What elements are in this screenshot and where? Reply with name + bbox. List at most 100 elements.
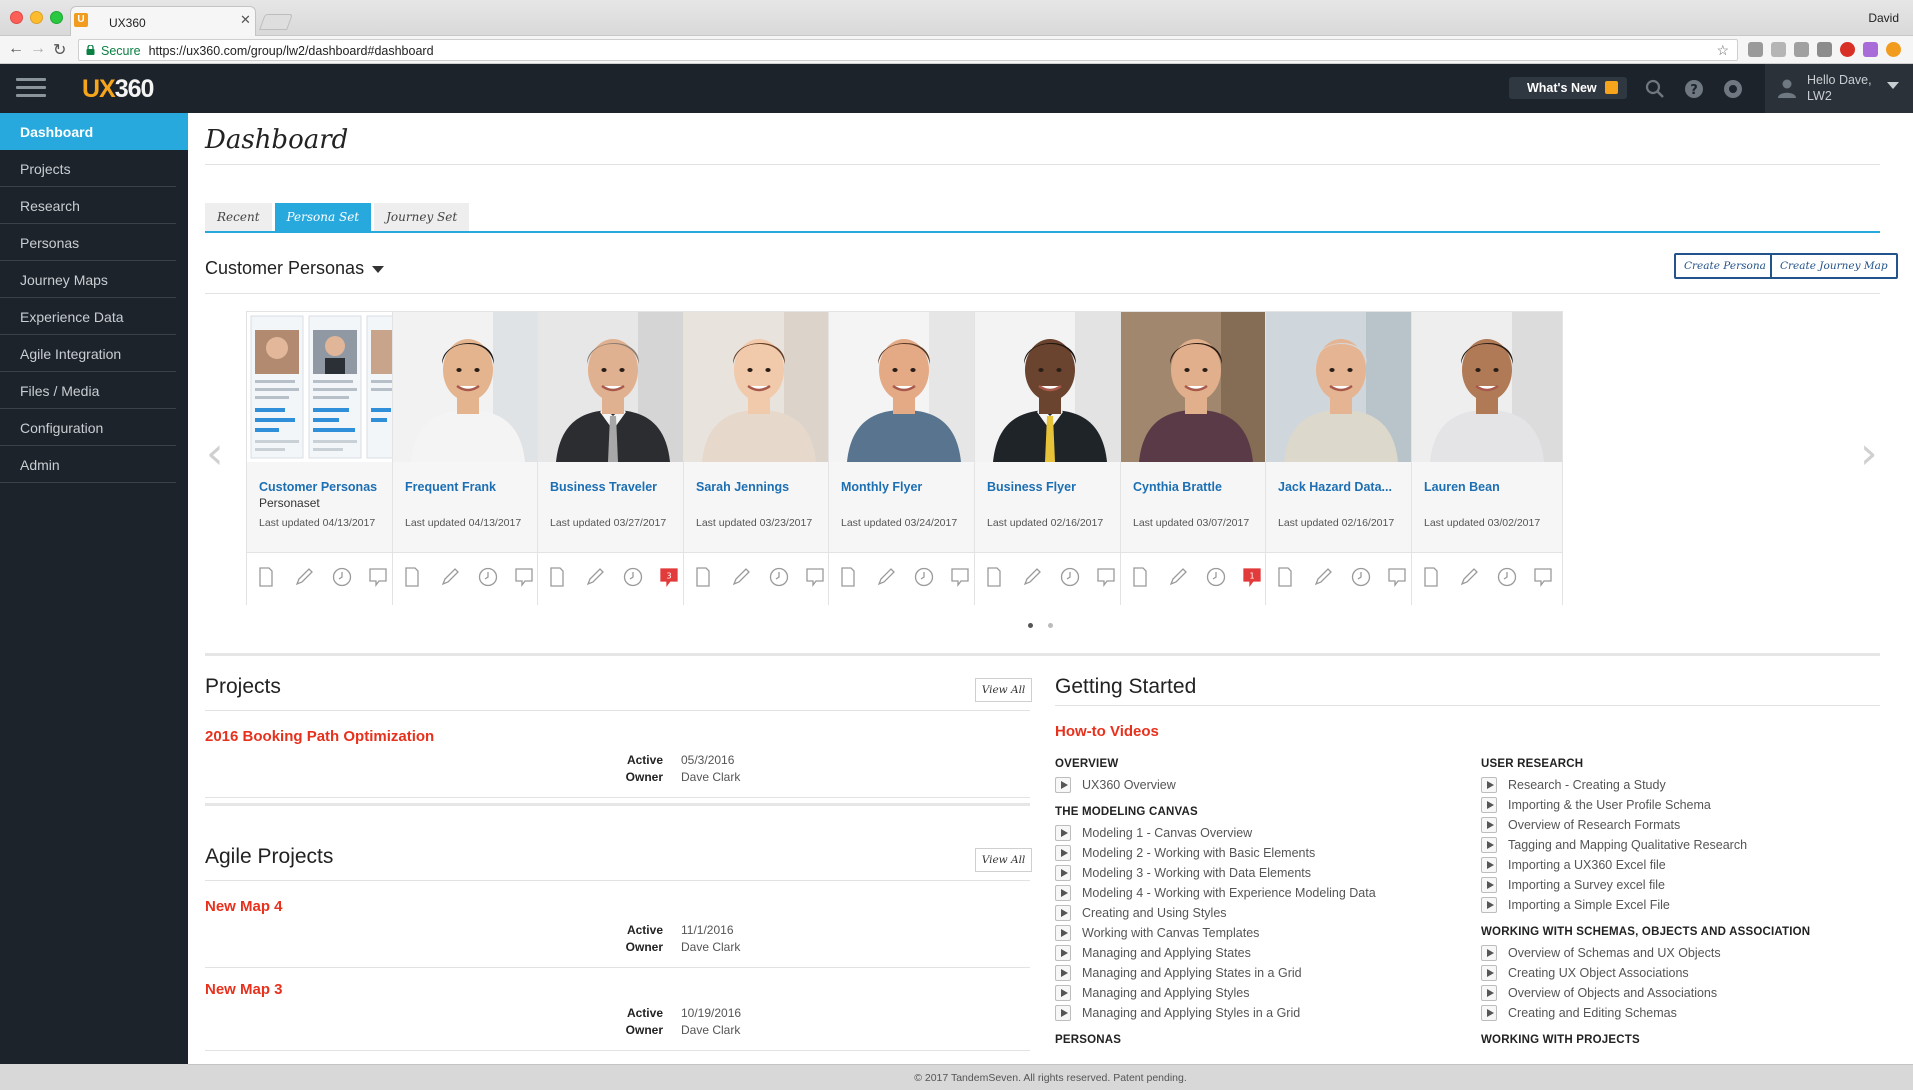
- agile-project-link[interactable]: New Map 3: [205, 981, 283, 998]
- close-window-button[interactable]: [10, 11, 23, 24]
- video-link[interactable]: Overview of Research Formats: [1481, 816, 1881, 836]
- carousel-dot-active[interactable]: [1028, 623, 1033, 628]
- video-link[interactable]: Modeling 1 - Canvas Overview: [1055, 824, 1465, 844]
- persona-card-name[interactable]: Monthly Flyer: [841, 480, 975, 494]
- new-tab-button[interactable]: [259, 14, 293, 30]
- carousel-prev-icon[interactable]: ‹: [206, 428, 224, 479]
- carousel-dot[interactable]: [1048, 623, 1053, 628]
- comment-icon[interactable]: 3: [658, 566, 680, 588]
- video-link[interactable]: Creating UX Object Associations: [1481, 964, 1881, 984]
- comment-icon[interactable]: [1095, 566, 1117, 588]
- play-icon[interactable]: [1481, 797, 1497, 813]
- play-icon[interactable]: [1481, 1005, 1497, 1021]
- video-link[interactable]: Tagging and Mapping Qualitative Research: [1481, 836, 1881, 856]
- tab-journey-set[interactable]: Journey Set: [374, 203, 470, 231]
- minimize-window-button[interactable]: [30, 11, 43, 24]
- alert-extension-icon[interactable]: [1886, 42, 1901, 57]
- address-bar[interactable]: Secure https://ux360.com/group/lw2/dashbo…: [78, 39, 1738, 61]
- history-clock-icon[interactable]: [477, 566, 499, 588]
- comment-icon[interactable]: 1: [1241, 566, 1263, 588]
- play-icon[interactable]: [1481, 877, 1497, 893]
- edit-pencil-icon[interactable]: [1167, 566, 1189, 588]
- play-icon[interactable]: [1055, 777, 1071, 793]
- document-icon[interactable]: [255, 566, 277, 588]
- persona-card[interactable]: Customer Personas Personaset Last update…: [246, 311, 398, 606]
- sidebar-item-files-media[interactable]: Files / Media: [0, 372, 176, 409]
- video-link[interactable]: Importing & the User Profile Schema: [1481, 796, 1881, 816]
- carousel-next-icon[interactable]: ›: [1860, 428, 1878, 479]
- play-icon[interactable]: [1481, 817, 1497, 833]
- play-icon[interactable]: [1055, 965, 1071, 981]
- video-link[interactable]: Importing a Simple Excel File: [1481, 896, 1881, 916]
- agile-project-link[interactable]: New Map 4: [205, 898, 283, 915]
- persona-card[interactable]: Frequent Frank Last updated 04/13/2017: [392, 311, 544, 606]
- tab-recent[interactable]: Recent: [205, 203, 272, 231]
- video-link[interactable]: Working with Canvas Templates: [1055, 924, 1465, 944]
- project-link[interactable]: 2016 Booking Path Optimization: [205, 728, 434, 745]
- video-link[interactable]: Managing and Applying Styles in a Grid: [1055, 1004, 1465, 1024]
- shield-extension-icon[interactable]: [1748, 42, 1763, 57]
- history-clock-icon[interactable]: [913, 566, 935, 588]
- play-icon[interactable]: [1055, 905, 1071, 921]
- video-link[interactable]: Overview of Schemas and UX Objects: [1481, 944, 1881, 964]
- create-persona-button[interactable]: Create Persona: [1674, 253, 1776, 279]
- document-icon[interactable]: [692, 566, 714, 588]
- play-icon[interactable]: [1481, 777, 1497, 793]
- grid-extension-icon[interactable]: [1771, 42, 1786, 57]
- persona-card-name[interactable]: Jack Hazard Data...: [1278, 480, 1412, 494]
- video-link[interactable]: UX360 Overview: [1055, 776, 1465, 796]
- video-link[interactable]: Creating and Editing Schemas: [1481, 1004, 1881, 1024]
- video-link[interactable]: Modeling 4 - Working with Experience Mod…: [1055, 884, 1465, 904]
- close-tab-icon[interactable]: ✕: [240, 12, 251, 28]
- edit-pencil-icon[interactable]: [730, 566, 752, 588]
- persona-card[interactable]: Jack Hazard Data... Last updated 02/16/2…: [1265, 311, 1417, 606]
- video-link[interactable]: Research - Creating a Study: [1481, 776, 1881, 796]
- sidebar-item-research[interactable]: Research: [0, 187, 176, 224]
- video-link[interactable]: Managing and Applying Styles: [1055, 984, 1465, 1004]
- history-clock-icon[interactable]: [622, 566, 644, 588]
- play-icon[interactable]: [1055, 1005, 1071, 1021]
- edit-pencil-icon[interactable]: [439, 566, 461, 588]
- edit-pencil-icon[interactable]: [293, 566, 315, 588]
- persona-card-name[interactable]: Sarah Jennings: [696, 480, 830, 494]
- document-icon[interactable]: [546, 566, 568, 588]
- agile-projects-view-all-button[interactable]: View All: [975, 848, 1032, 872]
- persona-card-name[interactable]: Frequent Frank: [405, 480, 539, 494]
- document-icon[interactable]: [1129, 566, 1151, 588]
- search-icon[interactable]: [1645, 79, 1665, 99]
- zoom-window-button[interactable]: [50, 11, 63, 24]
- sidebar-item-experience-data[interactable]: Experience Data: [0, 298, 176, 335]
- persona-card[interactable]: Business Traveler Last updated 03/27/201…: [537, 311, 689, 606]
- edit-pencil-icon[interactable]: [1312, 566, 1334, 588]
- persona-card[interactable]: Lauren Bean Last updated 03/02/2017: [1411, 311, 1563, 606]
- comment-icon[interactable]: [1532, 566, 1554, 588]
- sidebar-item-journey-maps[interactable]: Journey Maps: [0, 261, 176, 298]
- chevron-down-icon[interactable]: [1887, 82, 1899, 89]
- red-extension-icon[interactable]: [1840, 42, 1855, 57]
- play-icon[interactable]: [1055, 845, 1071, 861]
- document-icon[interactable]: [1274, 566, 1296, 588]
- reload-icon[interactable]: ↻: [53, 40, 66, 60]
- edit-pencil-icon[interactable]: [584, 566, 606, 588]
- persona-card[interactable]: Cynthia Brattle Last updated 03/07/2017 …: [1120, 311, 1272, 606]
- create-journey-map-button[interactable]: Create Journey Map: [1770, 253, 1898, 279]
- video-link[interactable]: Importing a UX360 Excel file: [1481, 856, 1881, 876]
- layout-extension-icon[interactable]: [1817, 42, 1832, 57]
- play-icon[interactable]: [1055, 865, 1071, 881]
- persona-card-name[interactable]: Business Flyer: [987, 480, 1121, 494]
- video-link[interactable]: Importing a Survey excel file: [1481, 876, 1881, 896]
- comment-icon[interactable]: [949, 566, 971, 588]
- whats-new-button[interactable]: What's New: [1509, 77, 1627, 99]
- play-icon[interactable]: [1055, 985, 1071, 1001]
- play-icon[interactable]: [1481, 945, 1497, 961]
- help-icon[interactable]: ?: [1684, 79, 1704, 99]
- persona-card-name[interactable]: Cynthia Brattle: [1133, 480, 1267, 494]
- back-icon[interactable]: ←: [8, 40, 24, 58]
- persona-card-name[interactable]: Business Traveler: [550, 480, 684, 494]
- play-icon[interactable]: [1055, 825, 1071, 841]
- sidebar-item-projects[interactable]: Projects: [0, 150, 176, 187]
- play-icon[interactable]: [1055, 885, 1071, 901]
- forward-icon[interactable]: →: [30, 40, 46, 58]
- persona-card[interactable]: Sarah Jennings Last updated 03/23/2017: [683, 311, 835, 606]
- persona-card[interactable]: Business Flyer Last updated 02/16/2017: [974, 311, 1126, 606]
